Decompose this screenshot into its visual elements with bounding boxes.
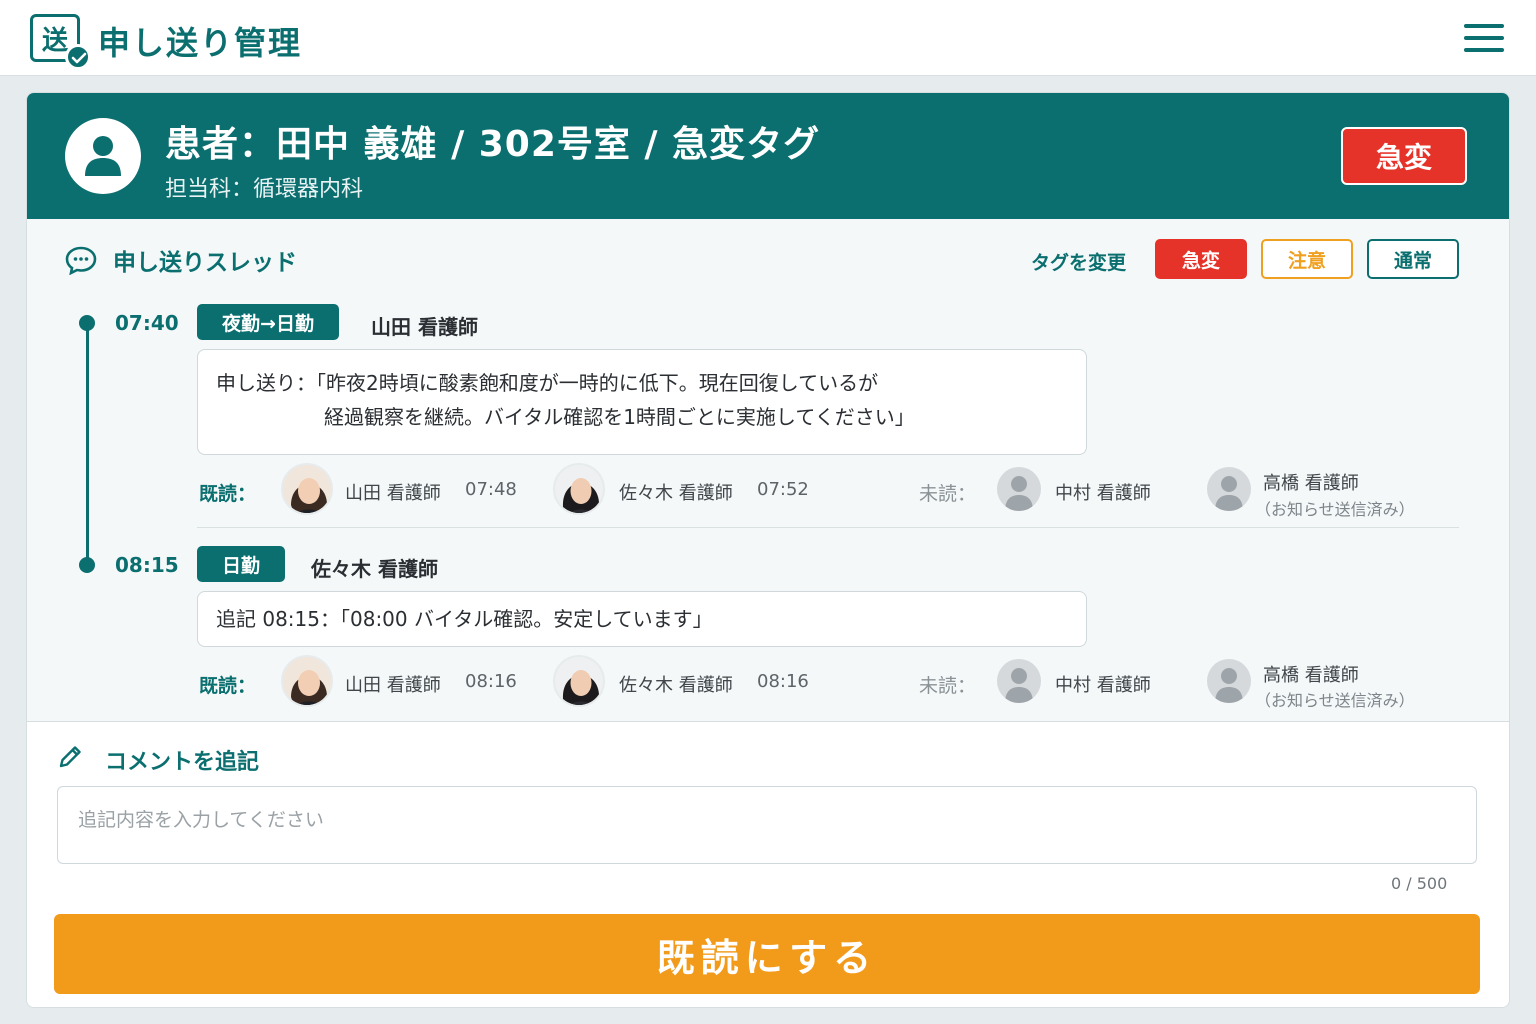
patient-title: 患者：田中 義雄 / 302号室 / 急変タグ	[165, 124, 821, 165]
pencil-icon	[57, 744, 83, 774]
comment-section: コメントを追記 0 / 500 既読にする	[27, 721, 1509, 1007]
message-line: 追記 08:15：「08:00 バイタル確認。安定しています」	[216, 607, 713, 631]
patient-department: 担当科：循環器内科	[165, 177, 364, 202]
tag-urgent-button[interactable]: 急変	[1155, 239, 1247, 279]
status-badge: 急変	[1341, 127, 1467, 185]
avatar	[553, 463, 605, 515]
reader-time: 08:16	[465, 671, 517, 692]
reader-time: 07:48	[465, 479, 517, 500]
comment-input[interactable]	[57, 786, 1477, 864]
avatar	[281, 655, 333, 707]
user-icon	[1207, 659, 1251, 703]
user-icon	[997, 467, 1041, 511]
reader-name: 佐々木 看護師	[619, 483, 733, 504]
entry-time: 08:15	[115, 553, 179, 577]
reader-name: 山田 看護師	[345, 483, 441, 504]
notify-note: （お知らせ送信済み）	[1255, 500, 1415, 519]
user-icon	[65, 118, 141, 194]
unread-name: 高橋 看護師	[1263, 473, 1359, 494]
message-box: 申し送り：「昨夜2時頃に酸素飽和度が一時的に低下。現在回復しているが 経過観察を…	[197, 349, 1087, 455]
menu-icon[interactable]	[1464, 24, 1504, 56]
avatar	[281, 463, 333, 515]
divider	[197, 527, 1459, 528]
message-line: 経過観察を継続。バイタル確認を1時間ごとに実施してください」	[324, 405, 915, 429]
entry-time: 07:40	[115, 311, 179, 335]
tag-change-label: タグを変更	[1031, 252, 1127, 274]
message-line: 申し送り：「昨夜2時頃に酸素飽和度が一時的に低下。現在回復しているが	[216, 371, 879, 395]
reader-name: 佐々木 看護師	[619, 675, 733, 696]
timeline-dot	[79, 315, 95, 331]
avatar	[553, 655, 605, 707]
user-icon	[997, 659, 1041, 703]
unread-label: 未読：	[919, 483, 977, 505]
comment-title: コメントを追記	[105, 750, 260, 775]
check-icon	[65, 44, 91, 70]
reader-time: 08:16	[757, 671, 809, 692]
shift-badge: 日勤	[197, 546, 285, 582]
unread-name: 中村 看護師	[1055, 483, 1151, 504]
read-label: 既読：	[199, 675, 257, 697]
handover-card: 患者：田中 義雄 / 302号室 / 急変タグ 担当科：循環器内科 急変 申し送…	[26, 92, 1510, 1008]
reader-time: 07:52	[757, 479, 809, 500]
read-label: 既読：	[199, 483, 257, 505]
thread-title: 申し送りスレッド	[113, 250, 297, 276]
unread-name: 中村 看護師	[1055, 675, 1151, 696]
entry-author: 山田 看護師	[371, 315, 478, 339]
message-box: 追記 08:15：「08:00 バイタル確認。安定しています」	[197, 591, 1087, 647]
unread-name: 高橋 看護師	[1263, 665, 1359, 686]
app-bar: 送 申し送り管理	[0, 0, 1536, 76]
notify-note: （お知らせ送信済み）	[1255, 691, 1415, 710]
patient-header: 患者：田中 義雄 / 302号室 / 急変タグ 担当科：循環器内科 急変	[27, 93, 1509, 219]
chat-icon	[65, 245, 97, 279]
tag-caution-button[interactable]: 注意	[1261, 239, 1353, 279]
timeline-dot	[79, 557, 95, 573]
mark-read-button[interactable]: 既読にする	[54, 914, 1480, 994]
entry-author: 佐々木 看護師	[311, 557, 438, 581]
unread-label: 未読：	[919, 675, 977, 697]
reader-name: 山田 看護師	[345, 675, 441, 696]
logo-char: 送	[41, 25, 68, 56]
timeline-line	[86, 323, 89, 565]
user-icon	[1207, 467, 1251, 511]
app-title: 申し送り管理	[98, 24, 303, 62]
tag-normal-button[interactable]: 通常	[1367, 239, 1459, 279]
char-count: 0 / 500	[1391, 874, 1448, 893]
shift-badge: 夜勤→日勤	[197, 304, 339, 340]
